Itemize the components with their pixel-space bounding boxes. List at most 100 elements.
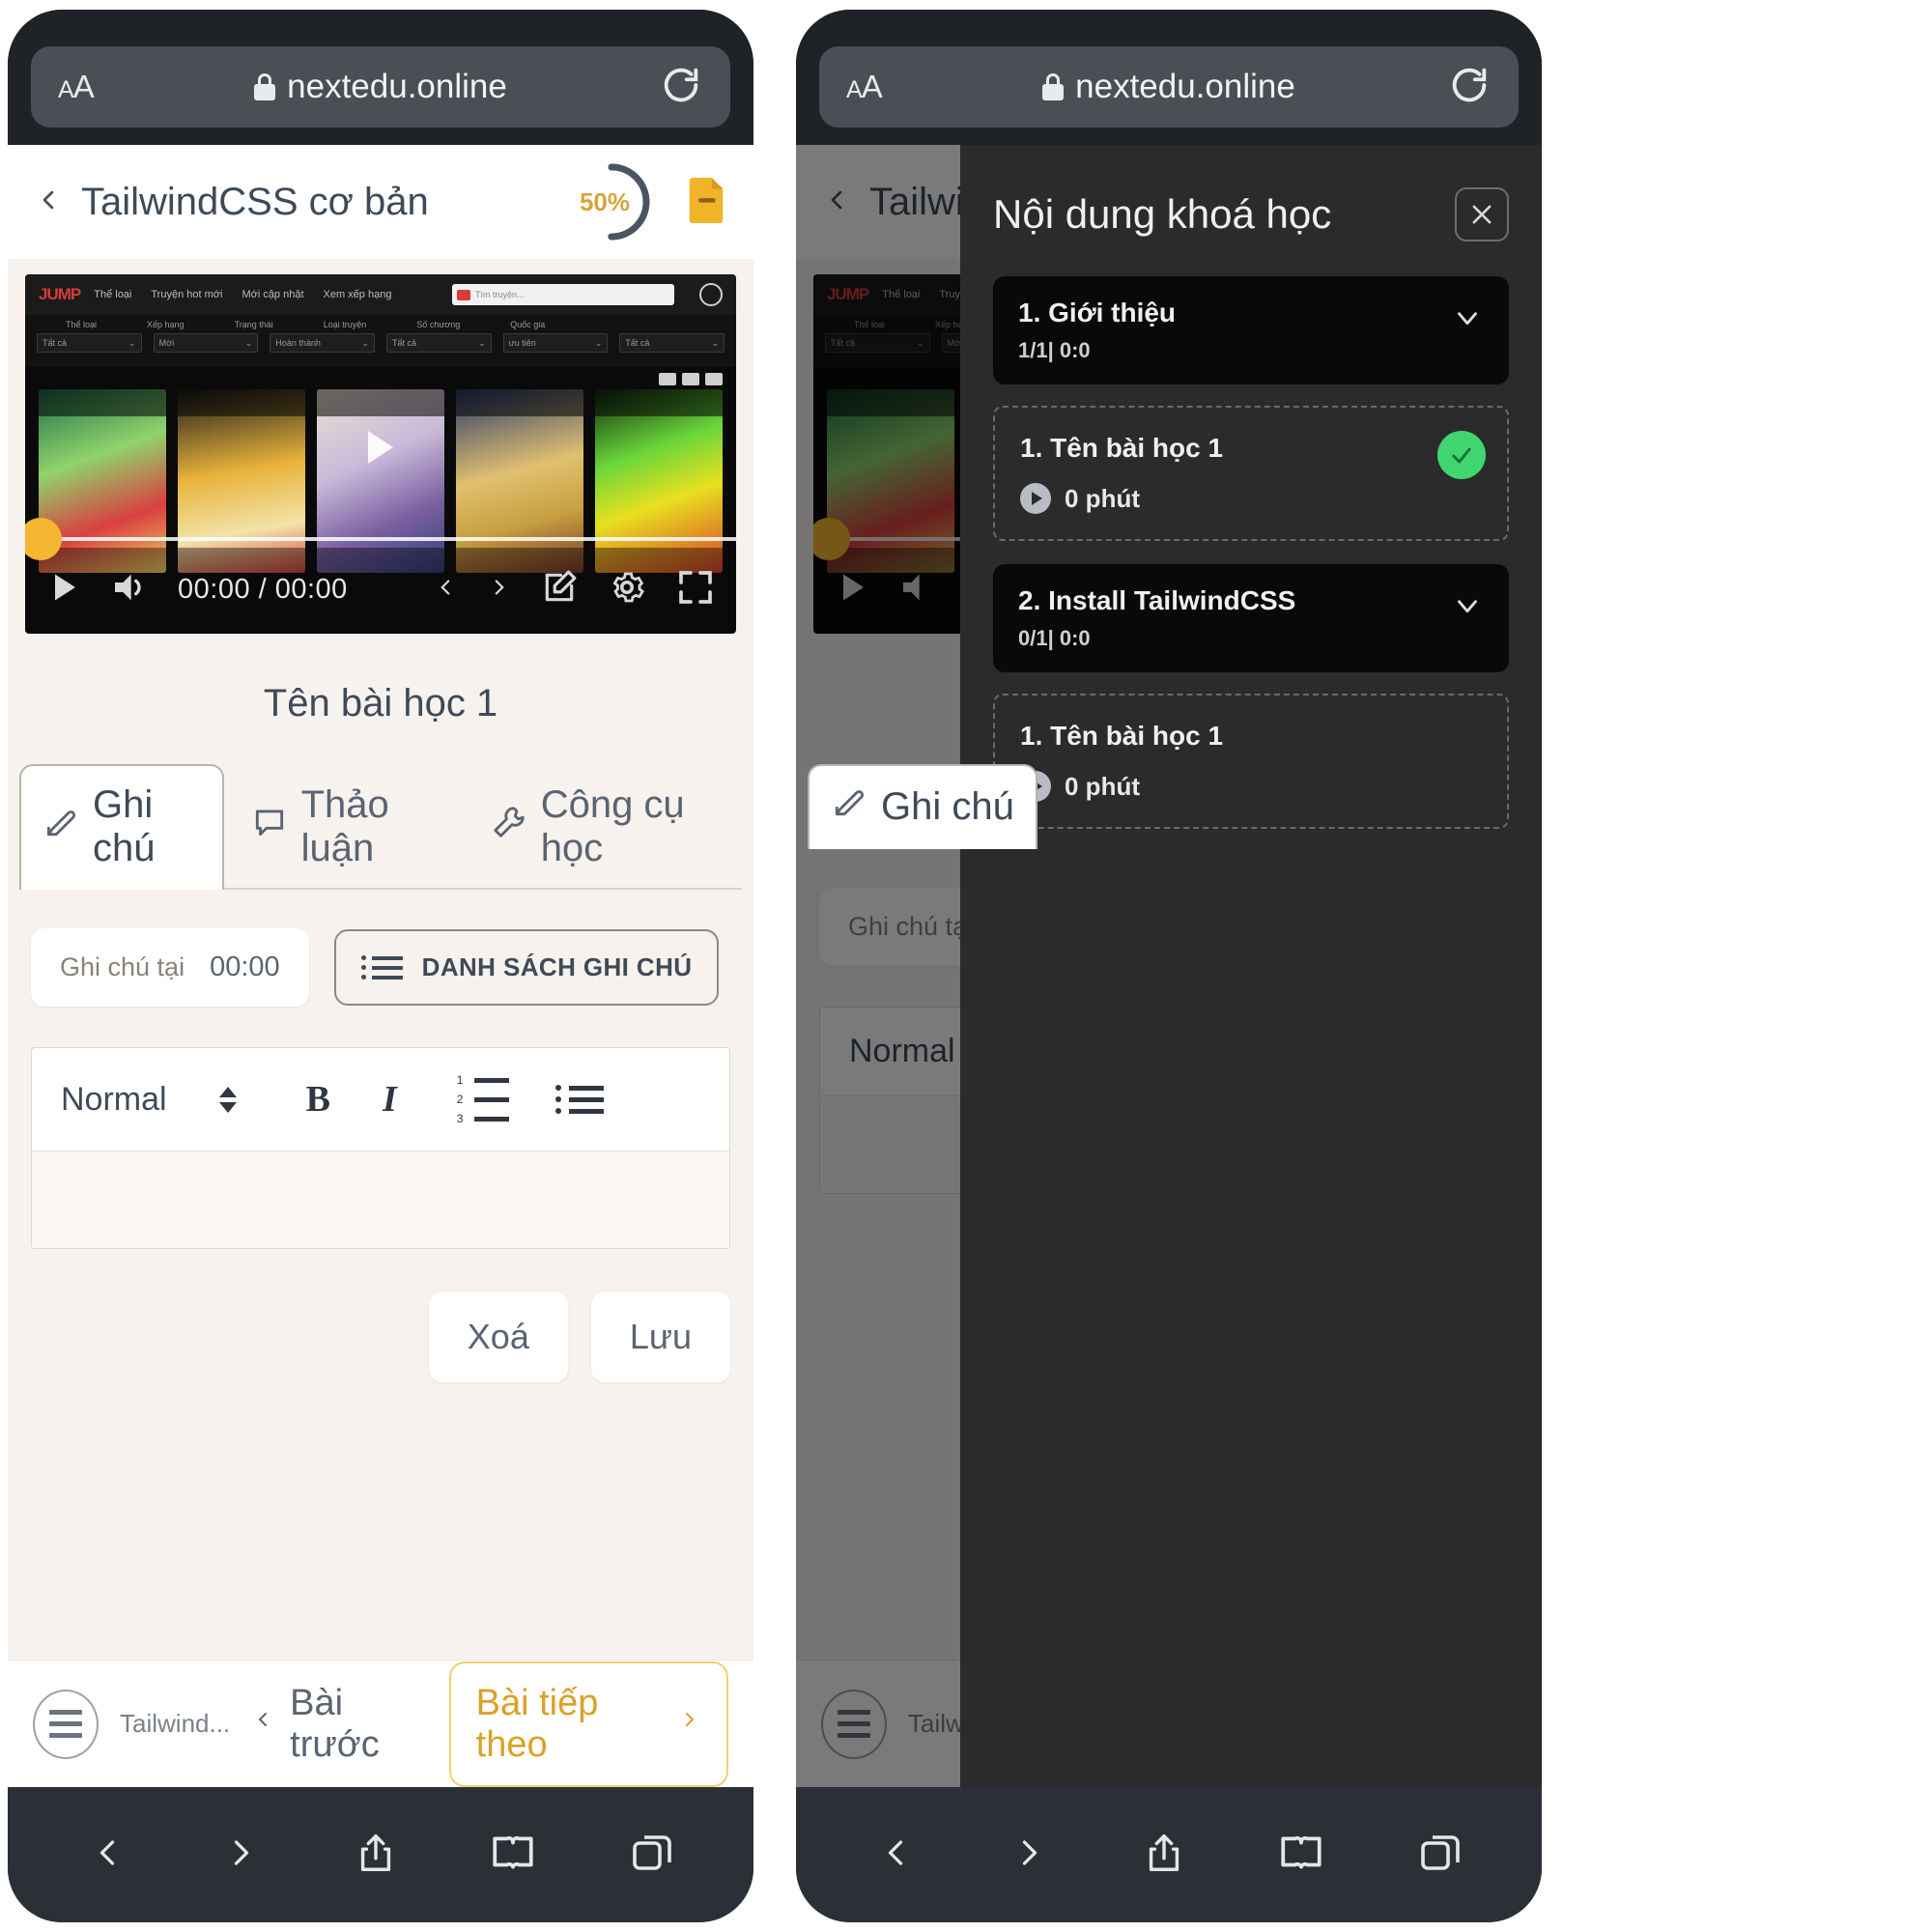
next-video-icon[interactable] (487, 568, 512, 611)
prev-lesson-button[interactable]: Bài trước (251, 1683, 427, 1766)
note-toolbar-row: Ghi chú tại 00:00 DANH SÁCH GHI CHÚ (31, 928, 730, 1007)
italic-button[interactable]: I (383, 1078, 397, 1121)
back-button[interactable] (33, 175, 64, 230)
share-icon[interactable] (1142, 1827, 1186, 1884)
drawer-section[interactable]: 2. Install TailwindCSS 0/1| 0:0 (993, 564, 1509, 672)
format-select[interactable]: Normal (61, 1081, 237, 1119)
volume-icon[interactable] (110, 568, 149, 611)
safari-urlbar-wrap-right: AA nextedu.online (796, 39, 1542, 145)
prev-lesson-label: Bài trước (290, 1682, 380, 1765)
drawer-section[interactable]: 1. Giới thiệu 1/1| 0:0 (993, 276, 1509, 384)
lesson-title: Tên bài học 1 (263, 682, 498, 724)
note-editor-toolbar: Normal B I 123 (32, 1048, 729, 1151)
video-thumbnail-topbar: JUMP Thể loại Truyện hot mới Mới cập nhật X… (25, 274, 736, 315)
drawer-lesson-item[interactable]: 1. Tên bài học 1 0 phút (993, 694, 1509, 829)
page-viewport-right: TailwindCSS cơ bản JUMP Thể loạiTruyện h… (796, 145, 1542, 1787)
text-size-button-left[interactable]: AA (58, 69, 95, 105)
lesson-tabs: Ghi chú Thảo luận Công cụ học (8, 764, 753, 890)
thumbnail-view-toggles (25, 367, 736, 385)
lesson-duration-row: 0 phút (1020, 771, 1482, 802)
tabs-icon[interactable] (1417, 1827, 1463, 1884)
bullet-list-icon[interactable] (554, 1085, 604, 1114)
section-meta: 0/1| 0:0 (1018, 626, 1091, 650)
note-at-label: Ghi chú tại (60, 952, 185, 981)
forward-icon[interactable] (220, 1827, 263, 1884)
speech-bubble-icon (251, 804, 288, 850)
format-select-value: Normal (61, 1080, 167, 1118)
play-circle-icon (1020, 483, 1051, 514)
chevron-right-icon (678, 1700, 701, 1748)
status-bar-right (796, 10, 1542, 39)
ordered-list-icon[interactable]: 123 (457, 1073, 509, 1125)
bookmarks-icon[interactable] (489, 1827, 537, 1884)
lesson-duration: 0 phút (1065, 771, 1140, 801)
text-size-button-right[interactable]: AA (846, 69, 883, 105)
back-icon[interactable] (86, 1827, 128, 1884)
tab-cong-cu-hoc[interactable]: Công cụ học (469, 766, 742, 890)
note-list-button[interactable]: DANH SÁCH GHI CHÚ (333, 929, 720, 1006)
tab-ghi-chu[interactable]: Ghi chú (19, 764, 224, 890)
video-scrubber[interactable] (25, 518, 736, 560)
section-title: 2. Install TailwindCSS (1018, 585, 1296, 615)
page-viewport-left: TailwindCSS cơ bản 50% JUMP Thể loại Tru… (8, 145, 753, 1787)
url-text: nextedu.online (1075, 68, 1295, 105)
drawer-header: Nội dung khoá học (993, 187, 1509, 242)
reload-icon[interactable] (659, 63, 703, 112)
next-lesson-label: Bài tiếp theo (475, 1682, 599, 1765)
note-actions: Xoá Lưu (31, 1249, 730, 1382)
note-timestamp-field[interactable]: Ghi chú tại 00:00 (31, 928, 309, 1007)
gear-icon[interactable] (607, 567, 647, 612)
close-icon[interactable] (1455, 187, 1509, 242)
chevron-down-icon[interactable] (1451, 301, 1484, 339)
status-bar-left (8, 10, 753, 39)
hamburger-menu-icon[interactable] (33, 1689, 99, 1759)
note-panel: Ghi chú tại 00:00 DANH SÁCH GHI CHÚ Norm… (8, 890, 753, 1382)
lesson-duration: 0 phút (1065, 483, 1140, 513)
course-bottom-bar: Tailwind... Bài trước Bài tiếp theo (8, 1660, 753, 1787)
video-controls: 00:00 / 00:00 (25, 545, 736, 634)
edit-icon[interactable] (541, 569, 578, 611)
phone-left: AA nextedu.online TailwindCSS cơ bản 50%… (8, 10, 753, 1922)
section-meta: 1/1| 0:0 (1018, 338, 1091, 362)
url-display-right: nextedu.online (819, 46, 1519, 128)
tab-label: Công cụ học (540, 783, 685, 869)
back-icon[interactable] (874, 1827, 917, 1884)
course-content-drawer: Nội dung khoá học 1. Giới thiệu 1/1| 0:0… (960, 145, 1542, 1787)
save-note-button[interactable]: Lưu (590, 1292, 730, 1382)
video-player[interactable]: JUMP Thể loại Truyện hot mới Mới cập nhật X… (25, 274, 736, 634)
safari-urlbar-left[interactable]: AA nextedu.online (31, 46, 730, 128)
thumbnail-search-box: Tìm truyện... (452, 284, 674, 305)
delete-note-button[interactable]: Xoá (428, 1292, 568, 1382)
note-list-button-label: DANH SÁCH GHI CHÚ (421, 952, 693, 981)
page-title: TailwindCSS cơ bản (81, 180, 429, 223)
pencil-note-icon (831, 783, 867, 830)
drawer-lesson-item[interactable]: 1. Tên bài học 1 0 phút (993, 406, 1509, 541)
tabs-icon[interactable] (629, 1827, 675, 1884)
prev-video-icon[interactable] (433, 568, 458, 611)
share-icon[interactable] (354, 1827, 398, 1884)
check-icon (1437, 431, 1486, 479)
forward-icon[interactable] (1009, 1827, 1051, 1884)
note-at-time: 00:00 (210, 952, 280, 982)
bookmarks-icon[interactable] (1277, 1827, 1325, 1884)
section-title: 1. Giới thiệu (1018, 298, 1177, 327)
play-overlay-icon[interactable] (368, 430, 393, 464)
next-lesson-button[interactable]: Bài tiếp theo (448, 1661, 728, 1787)
drawer-title: Nội dung khoá học (993, 191, 1332, 237)
tab-ghi-chu-underlay: Ghi chú (808, 764, 1037, 849)
bold-button[interactable]: B (306, 1078, 330, 1121)
lock-icon (254, 73, 276, 100)
chevron-down-icon[interactable] (1451, 589, 1484, 627)
pencil-note-icon (43, 804, 79, 850)
tab-label: Ghi chú (881, 784, 1014, 828)
play-icon[interactable] (46, 567, 81, 612)
thumbnail-avatar (699, 283, 723, 306)
note-editor-input[interactable] (32, 1151, 729, 1248)
reload-icon[interactable] (1447, 63, 1492, 112)
fullscreen-icon[interactable] (676, 568, 715, 611)
safari-urlbar-right[interactable]: AA nextedu.online (819, 46, 1519, 128)
safari-toolbar-left (8, 1787, 753, 1922)
document-icon[interactable] (684, 175, 728, 230)
video-time-display: 00:00 / 00:00 (178, 573, 348, 605)
tab-thao-luan[interactable]: Thảo luận (230, 766, 464, 890)
